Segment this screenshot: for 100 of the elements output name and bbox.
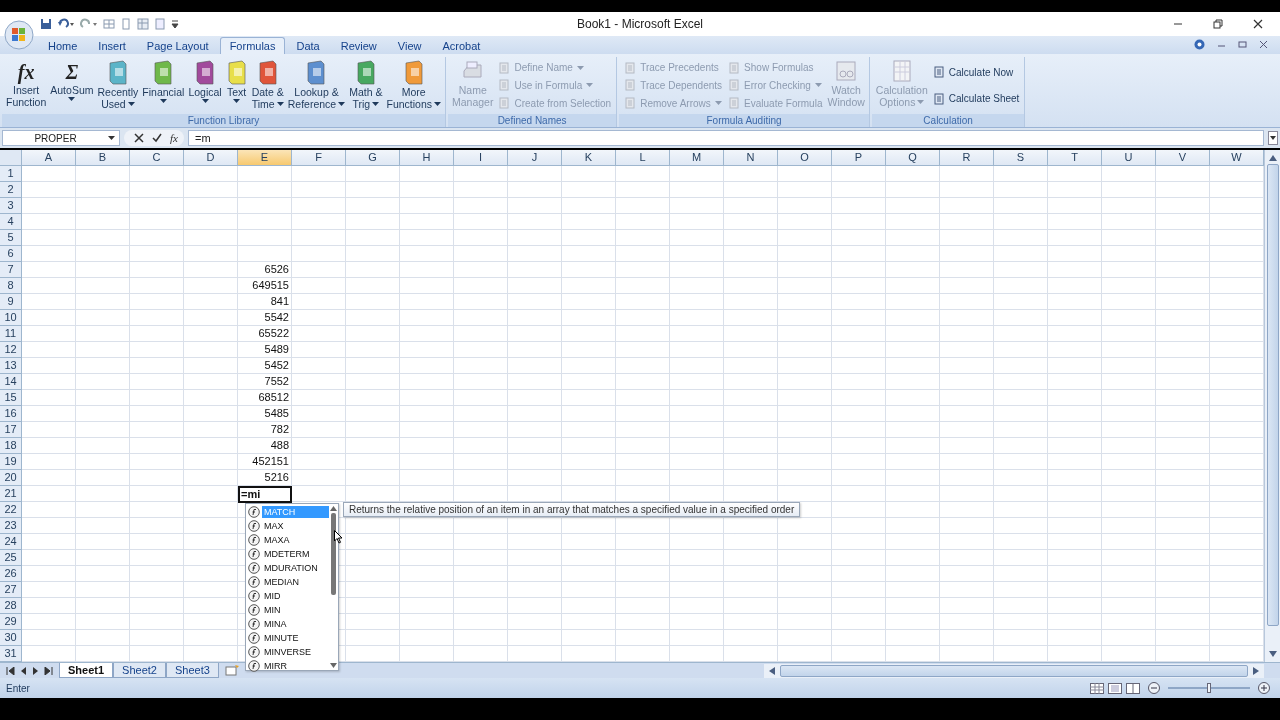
column-header[interactable]: G — [346, 150, 400, 166]
ribbon-button[interactable]: Σ AutoSum — [48, 57, 96, 114]
new-sheet-icon[interactable] — [224, 665, 239, 676]
active-cell[interactable]: =mi — [238, 486, 292, 503]
function-option[interactable]: MAX — [262, 520, 329, 532]
row-header[interactable]: 27 — [0, 582, 22, 598]
column-header[interactable]: N — [724, 150, 778, 166]
row-header[interactable]: 17 — [0, 422, 22, 438]
function-option[interactable]: MINVERSE — [262, 646, 329, 658]
close-icon[interactable] — [1252, 18, 1264, 30]
row-header[interactable]: 30 — [0, 630, 22, 646]
scroll-down-icon[interactable] — [1267, 650, 1278, 658]
page-layout-icon[interactable] — [1108, 682, 1122, 694]
function-option[interactable]: MINUTE — [262, 632, 329, 644]
close-icon[interactable] — [1259, 40, 1268, 49]
name-box[interactable]: PROPER — [2, 130, 120, 146]
ribbon-tab[interactable]: View — [387, 37, 432, 54]
column-header[interactable]: S — [994, 150, 1048, 166]
ribbon-tab[interactable]: Review — [330, 37, 387, 54]
check-icon[interactable] — [152, 133, 162, 143]
ribbon-tab[interactable]: Home — [38, 37, 88, 54]
next-sheet-icon[interactable] — [32, 666, 39, 675]
function-option[interactable]: MID — [262, 590, 329, 602]
column-header[interactable]: W — [1210, 150, 1264, 166]
function-option[interactable]: MIRR — [262, 660, 329, 672]
row-header[interactable]: 8 — [0, 278, 22, 294]
expand-icon[interactable] — [1268, 131, 1278, 145]
page-break-icon[interactable] — [1126, 682, 1140, 694]
column-header[interactable]: C — [130, 150, 184, 166]
ribbon-button[interactable]: Financial — [140, 57, 187, 114]
ribbon-button[interactable]: Calculate Now — [929, 65, 1023, 80]
last-sheet-icon[interactable] — [44, 666, 53, 675]
ribbon-button[interactable]: Date & Time — [249, 57, 286, 114]
ribbon-button[interactable]: Logical — [186, 57, 224, 114]
ribbon-button[interactable]: More Functions — [384, 57, 443, 114]
column-header[interactable]: D — [184, 150, 238, 166]
row-header[interactable]: 22 — [0, 502, 22, 518]
column-header[interactable]: B — [76, 150, 130, 166]
ribbon-button[interactable]: Text — [223, 57, 250, 114]
ribbon-button[interactable]: Recently Used — [95, 57, 141, 114]
list-scrollbar[interactable] — [329, 504, 338, 670]
ribbon-button[interactable]: Math & Trig — [347, 57, 385, 114]
row-header[interactable]: 26 — [0, 566, 22, 582]
sheet-tab[interactable]: Sheet3 — [165, 663, 219, 678]
function-option[interactable]: MIN — [262, 604, 329, 616]
column-header[interactable]: O — [778, 150, 832, 166]
column-header[interactable]: F — [292, 150, 346, 166]
column-header[interactable]: U — [1102, 150, 1156, 166]
column-header[interactable]: H — [400, 150, 454, 166]
row-header[interactable]: 4 — [0, 214, 22, 230]
row-header[interactable]: 21 — [0, 486, 22, 502]
row-header[interactable]: 9 — [0, 294, 22, 310]
scroll-up-icon[interactable] — [1267, 154, 1278, 162]
row-header[interactable]: 3 — [0, 198, 22, 214]
column-header[interactable]: P — [832, 150, 886, 166]
restore-icon[interactable] — [1212, 18, 1224, 30]
row-header[interactable]: 18 — [0, 438, 22, 454]
column-header[interactable]: J — [508, 150, 562, 166]
ribbon-tab[interactable]: Page Layout — [136, 37, 219, 54]
row-header[interactable]: 31 — [0, 646, 22, 662]
ribbon-button[interactable]: Lookup & Reference — [285, 57, 348, 114]
row-header[interactable]: 6 — [0, 246, 22, 262]
formula-field[interactable]: =m — [187, 130, 1264, 146]
function-option[interactable]: MEDIAN — [262, 576, 329, 588]
sheet-tab[interactable]: Sheet1 — [59, 663, 114, 678]
row-header[interactable]: 16 — [0, 406, 22, 422]
row-header[interactable]: 19 — [0, 454, 22, 470]
row-header[interactable]: 24 — [0, 534, 22, 550]
vertical-scrollbar[interactable] — [1264, 150, 1280, 662]
row-header[interactable]: 12 — [0, 342, 22, 358]
ribbon-tab[interactable]: Acrobat — [432, 37, 491, 54]
column-header[interactable]: K — [562, 150, 616, 166]
row-header[interactable]: 28 — [0, 598, 22, 614]
scroll-left-icon[interactable] — [768, 665, 776, 676]
column-header[interactable]: T — [1048, 150, 1102, 166]
customize-icon[interactable] — [171, 18, 179, 30]
column-header[interactable]: Q — [886, 150, 940, 166]
help-icon[interactable] — [1194, 39, 1205, 50]
row-header[interactable]: 5 — [0, 230, 22, 246]
row-header[interactable]: 23 — [0, 518, 22, 534]
scroll-up-icon[interactable] — [330, 506, 337, 511]
ribbon-button[interactable]: fx Insert Function — [4, 57, 49, 114]
row-header[interactable]: 20 — [0, 470, 22, 486]
scroll-right-icon[interactable] — [1252, 665, 1260, 676]
ribbon-tab[interactable]: Data — [286, 37, 330, 54]
row-header[interactable]: 11 — [0, 326, 22, 342]
first-sheet-icon[interactable] — [6, 666, 15, 675]
ribbon-tab[interactable]: Insert — [88, 37, 136, 54]
row-header[interactable]: 2 — [0, 182, 22, 198]
cancel-icon[interactable] — [134, 133, 144, 143]
column-header[interactable]: I — [454, 150, 508, 166]
previous-sheet-icon[interactable] — [20, 666, 27, 675]
row-header[interactable]: 13 — [0, 358, 22, 374]
function-option[interactable]: MDETERM — [262, 548, 329, 560]
row-header[interactable]: 7 — [0, 262, 22, 278]
column-header[interactable]: R — [940, 150, 994, 166]
insert-function-button[interactable]: fx — [170, 132, 178, 144]
function-option[interactable]: MDURATION — [262, 562, 329, 574]
row-header[interactable]: 1 — [0, 166, 22, 182]
zoom-out-icon[interactable] — [1148, 682, 1160, 694]
